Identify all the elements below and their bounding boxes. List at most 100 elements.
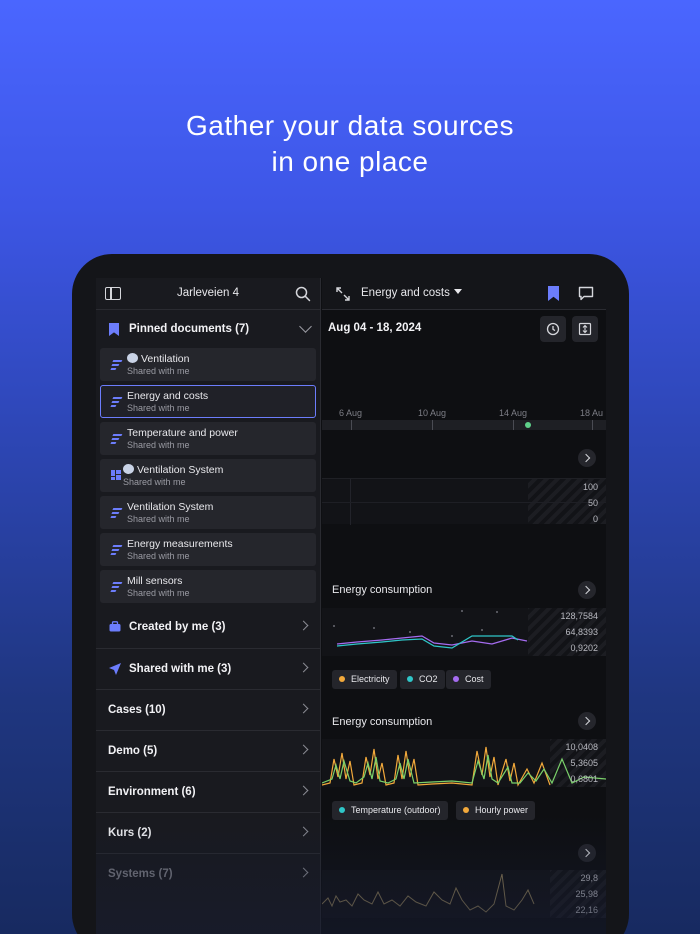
snowflake-emoji-icon [123, 464, 134, 474]
open-panel-button[interactable] [578, 581, 596, 599]
pinned-documents-header[interactable]: Pinned documents (7) [96, 310, 320, 348]
folder-label: Kurs (2) [108, 827, 152, 839]
document-lines-icon [110, 360, 123, 370]
document-lines-icon [110, 582, 123, 592]
doc-name: Energy and costs [127, 390, 209, 402]
fan-emoji-icon [127, 353, 138, 363]
pinned-doc-item[interactable]: Energy measurements Shared with me [100, 533, 316, 566]
document-toolbar: Energy and costs [322, 278, 606, 310]
pinned-doc-item[interactable]: Temperature and power Shared with me [100, 422, 316, 455]
y-axis-label: 100 [582, 482, 598, 492]
caret-down-icon [453, 289, 462, 294]
fit-height-button[interactable] [572, 316, 598, 342]
chevron-right-icon [298, 662, 309, 673]
pinned-doc-item[interactable]: Ventilation Shared with me [100, 348, 316, 381]
search-icon[interactable] [295, 286, 311, 302]
timeline-labels: 6 Aug 10 Aug 14 Aug 18 Au [322, 408, 606, 420]
open-panel-button[interactable] [578, 712, 596, 730]
energy-line-chart[interactable]: 128,7584 64,8393 0,9202 [322, 608, 606, 656]
pinned-documents-list: Ventilation Shared with me Energy and co… [96, 348, 320, 603]
folder-label: Demo (5) [108, 745, 158, 757]
folder-label: Environment (6) [108, 786, 196, 798]
y-axis-label: 128,7584 [560, 611, 598, 621]
doc-name: Temperature and power [127, 427, 238, 439]
doc-name: Ventilation System [127, 501, 214, 513]
doc-subtitle: Shared with me [127, 403, 190, 413]
headline-line-1: Gather your data sources [186, 110, 514, 141]
timeline-tick-label: 10 Aug [418, 408, 447, 418]
y-axis-label: 50 [587, 498, 598, 508]
legend-chip-cost[interactable]: Cost [446, 670, 491, 689]
document-lines-icon [110, 508, 123, 518]
comment-icon[interactable] [578, 286, 594, 301]
legend-chip-hourly-power[interactable]: Hourly power [456, 801, 536, 820]
date-range-bar: Aug 04 - 18, 2024 [322, 310, 606, 348]
y-axis-label: 64,8393 [565, 627, 598, 637]
fit-height-icon [578, 322, 592, 336]
send-arrow-icon [109, 663, 121, 675]
folder-label: Shared with me (3) [129, 663, 232, 675]
folder-demo[interactable]: Demo (5) [96, 730, 320, 771]
y-axis-label: 22,16 [575, 905, 598, 915]
document-lines-icon [110, 434, 123, 444]
timeline-tick-label: 18 Au [580, 408, 604, 418]
folder-label: Created by me (3) [129, 621, 226, 633]
bookmark-icon[interactable] [548, 286, 559, 301]
chevron-right-icon [298, 620, 309, 631]
y-axis-label: 0,9202 [570, 643, 598, 653]
chevron-down-icon [299, 320, 312, 333]
document-lines-icon [110, 545, 123, 555]
pinned-doc-item[interactable]: Mill sensors Shared with me [100, 570, 316, 603]
history-button[interactable] [540, 316, 566, 342]
headline-line-2: in one place [271, 146, 429, 177]
pinned-doc-item[interactable]: Ventilation System Shared with me [100, 459, 316, 492]
document-view: Energy and costs Aug 04 - 18, 2024 6 Aug… [322, 278, 606, 934]
timeline-marker-icon[interactable] [525, 422, 531, 428]
doc-subtitle: Shared with me [127, 588, 190, 598]
clock-icon [546, 322, 560, 336]
legend-chip-temperature[interactable]: Temperature (outdoor) [332, 801, 448, 820]
folder-shared-with-me[interactable]: Shared with me (3) [96, 648, 320, 689]
folder-created-by-me[interactable]: Created by me (3) [96, 607, 320, 648]
y-axis-label: 25,98 [575, 889, 598, 899]
doc-name: Ventilation System [137, 464, 224, 476]
legend-chip-co2[interactable]: CO2 [400, 670, 445, 689]
briefcase-icon [109, 621, 121, 632]
document-dropdown[interactable]: Energy and costs [361, 287, 462, 299]
expand-icon[interactable] [336, 287, 350, 301]
folder-cases[interactable]: Cases (10) [96, 689, 320, 730]
y-axis-label: 29,8 [580, 873, 598, 883]
pinned-doc-item-selected[interactable]: Energy and costs Shared with me [100, 385, 316, 418]
doc-name: Mill sensors [127, 575, 183, 587]
y-axis-label: 0 [592, 514, 598, 524]
y-axis-label: 0,6801 [570, 774, 598, 784]
bookmark-icon [109, 323, 119, 336]
panel-title: Energy consumption [332, 584, 433, 596]
folder-list: Created by me (3) Shared with me (3) Cas… [96, 607, 320, 894]
temperature-chart-plot [322, 873, 535, 913]
building-title: Jarleveien 4 [176, 287, 239, 299]
chevron-right-icon [298, 785, 309, 796]
panel-title: Energy consumption [332, 716, 433, 728]
open-panel-button[interactable] [578, 844, 596, 862]
temperature-chart[interactable]: 29,8 25,98 22,16 [322, 870, 606, 918]
folder-kurs[interactable]: Kurs (2) [96, 812, 320, 853]
folder-label: Systems (7) [108, 868, 173, 880]
folder-environment[interactable]: Environment (6) [96, 771, 320, 812]
open-panel-button[interactable] [578, 449, 596, 467]
legend-chip-electricity[interactable]: Electricity [332, 670, 397, 689]
y-axis-label: 5,3605 [570, 758, 598, 768]
chevron-right-icon [298, 867, 309, 878]
energy-power-chart-plot [322, 746, 606, 787]
bar-plot-panel[interactable]: 100 50 0 [322, 478, 606, 525]
pinned-doc-item[interactable]: Ventilation System Shared with me [100, 496, 316, 529]
app-screen: Jarleveien 4 Pinned documents (7) Ventil… [96, 278, 606, 934]
timeline-scrubber[interactable] [322, 420, 606, 430]
date-range[interactable]: Aug 04 - 18, 2024 [328, 322, 421, 334]
document-dropdown-label: Energy and costs [361, 287, 450, 299]
folder-systems[interactable]: Systems (7) [96, 853, 320, 894]
folder-label: Cases (10) [108, 704, 166, 716]
headline: Gather your data sources in one place [0, 108, 700, 180]
energy-power-chart[interactable]: 10,0408 5,3605 0,6801 [322, 739, 606, 787]
doc-subtitle: Shared with me [127, 440, 190, 450]
